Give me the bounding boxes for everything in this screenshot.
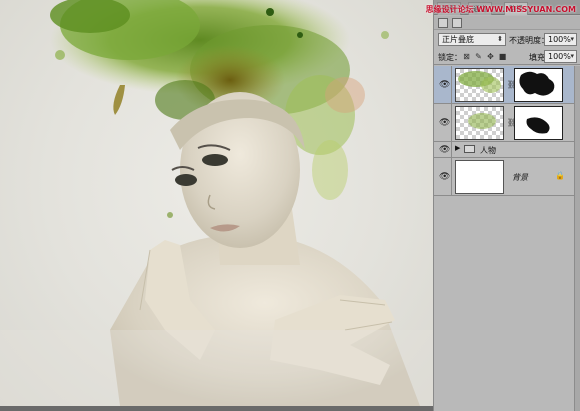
mask-art — [519, 71, 555, 96]
lock-all-icon[interactable]: ■ — [498, 52, 507, 61]
mask-art — [526, 117, 550, 134]
layer-kind-icon[interactable] — [452, 18, 462, 28]
layer-group-person[interactable]: 👁 ▶ 人物 — [434, 142, 580, 158]
opacity-input[interactable]: 100% ▾ — [544, 33, 577, 46]
layer-name: 人物 — [480, 146, 496, 155]
opacity-value: 100% — [548, 35, 571, 44]
eye-icon[interactable]: 👁 — [439, 145, 450, 155]
panel-scrollbar[interactable] — [574, 66, 580, 411]
chevron-down-icon: ⬍ — [497, 35, 503, 43]
divider — [451, 66, 452, 103]
splash-thumb-art — [468, 113, 496, 129]
lock-label: 锁定： — [438, 53, 462, 62]
document-canvas[interactable] — [0, 0, 433, 406]
layer-row-splash-2[interactable]: 👁 ⛓ — [434, 104, 580, 142]
canvas-frame-bottom — [0, 406, 433, 411]
layer-mask-thumbnail[interactable] — [514, 106, 563, 140]
layer-thumbnail[interactable] — [455, 106, 504, 140]
divider — [451, 104, 452, 141]
expand-triangle-icon[interactable]: ▶ — [455, 144, 460, 152]
blend-mode-select[interactable]: 正片叠底 ⬍ — [438, 33, 506, 46]
layer-mask-thumbnail[interactable] — [514, 68, 563, 102]
blend-mode-value: 正片叠底 — [442, 35, 474, 44]
eye-icon[interactable]: 👁 — [439, 118, 450, 128]
layer-list: 👁 ⛓ 👁 ⛓ 👁 ▶ 人物 👁 背景 🔒 — [434, 66, 580, 196]
lock-move-icon[interactable]: ✥ — [486, 52, 495, 61]
lock-transparent-icon[interactable]: ⊠ — [462, 52, 471, 61]
layer-row-splash-1[interactable]: 👁 ⛓ — [434, 66, 580, 104]
splash-thumb-art — [458, 71, 501, 93]
divider — [451, 158, 452, 195]
divider — [451, 142, 452, 157]
chevron-down-icon: ▾ — [570, 52, 574, 60]
eye-icon[interactable]: 👁 — [439, 172, 450, 182]
opacity-label: 不透明度： — [509, 36, 549, 45]
folder-icon — [464, 145, 475, 153]
layer-name: 背景 — [512, 173, 528, 182]
filter-icon[interactable] — [438, 18, 448, 28]
artwork — [0, 0, 433, 406]
lock-icon: 🔒 — [555, 171, 565, 180]
fill-input[interactable]: 100% ▾ — [544, 50, 577, 63]
lock-row: 锁定： ⊠ ✎ ✥ ■ 填充： 100% ▾ — [434, 49, 580, 65]
eye-icon[interactable]: 👁 — [439, 80, 450, 90]
layers-panel: 图层 通道 路径 思缘设计论坛 WWW.MISSYUAN.COM 正片叠底 ⬍ … — [426, 0, 580, 411]
chevron-down-icon: ▾ — [570, 35, 574, 43]
layer-thumbnail[interactable] — [455, 68, 504, 102]
layer-thumbnail[interactable] — [455, 160, 504, 194]
layer-row-background[interactable]: 👁 背景 🔒 — [434, 158, 580, 196]
panel-toolbar — [434, 16, 580, 30]
lock-paint-icon[interactable]: ✎ — [474, 52, 483, 61]
watermark-text: 思缘设计论坛 WWW.MISSYUAN.COM — [425, 5, 576, 14]
blend-row: 正片叠底 ⬍ 不透明度： 100% ▾ — [434, 31, 580, 48]
fill-value: 100% — [548, 52, 571, 61]
